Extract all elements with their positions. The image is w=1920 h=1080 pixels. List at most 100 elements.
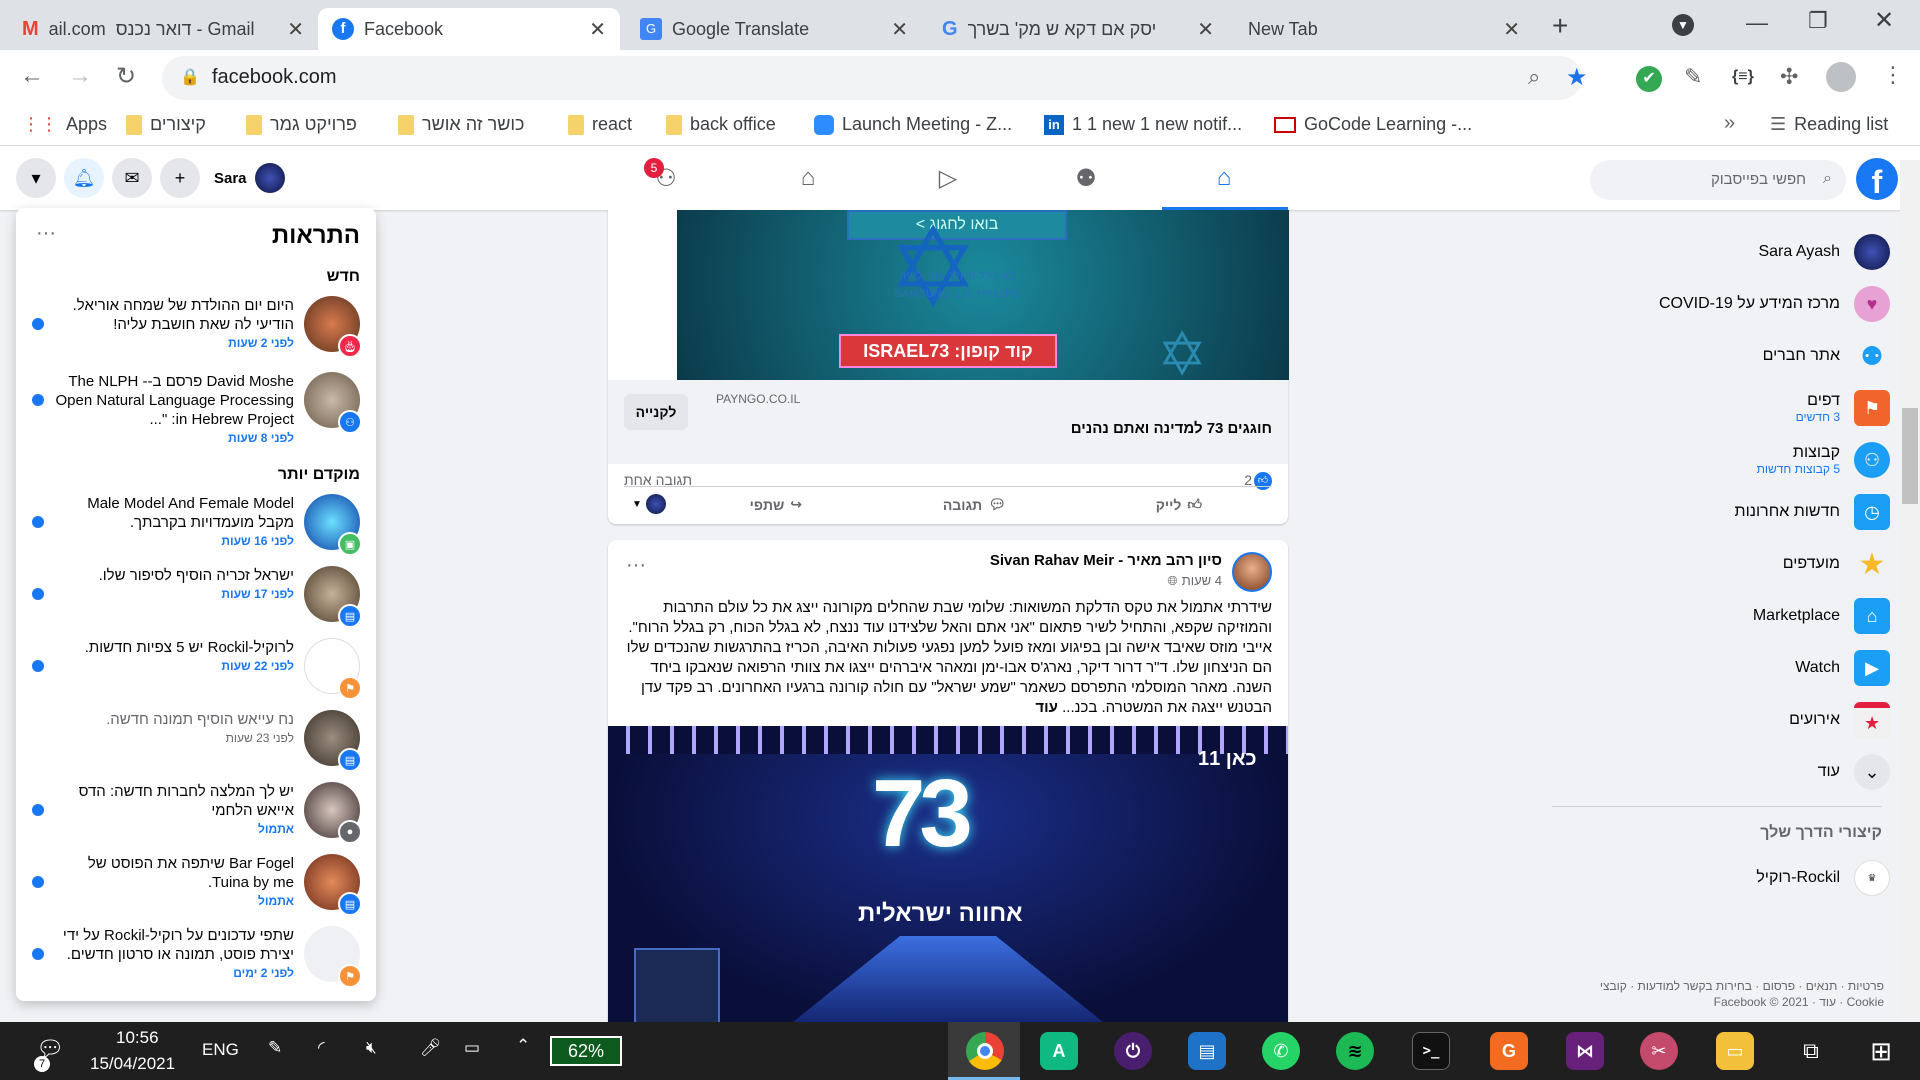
app-a-taskbar-icon[interactable]: A bbox=[1040, 1032, 1078, 1070]
share-button[interactable]: שתפי ↪ bbox=[750, 496, 802, 513]
extensions-puzzle-icon[interactable]: ✣ bbox=[1780, 64, 1798, 90]
nav-marketplace[interactable]: ⌂ bbox=[788, 156, 828, 200]
buy-button[interactable]: לקנייה bbox=[624, 394, 688, 430]
account-menu-button[interactable]: ▾ bbox=[16, 158, 56, 198]
tab-google-search[interactable]: G יסק אם דקא ש מק' בשרך ✕ bbox=[928, 8, 1228, 50]
bookmark-folder[interactable]: כושר זה אושר bbox=[398, 114, 524, 135]
notifications-button[interactable]: 🔔︎ bbox=[64, 158, 104, 198]
extension-tool-icon[interactable]: ✎ bbox=[1684, 64, 1702, 90]
forward-icon[interactable]: → bbox=[68, 62, 92, 90]
bookmark-gocode[interactable]: GoCode Learning -... bbox=[1274, 114, 1472, 135]
power-app-taskbar-icon[interactable]: ⏻ bbox=[1114, 1032, 1152, 1070]
nav-friends[interactable]: ⚉ bbox=[1066, 156, 1106, 200]
chrome-taskbar-icon[interactable] bbox=[966, 1032, 1004, 1070]
sidebar-item-more[interactable]: ⌄ עוד bbox=[1818, 754, 1890, 790]
tab-google-translate[interactable]: G Google Translate ✕ bbox=[626, 8, 922, 50]
clock-date[interactable]: 15/04/2021 bbox=[90, 1054, 175, 1074]
profile-avatar-icon[interactable] bbox=[1826, 62, 1856, 92]
post-time[interactable]: 4 שעות bbox=[1182, 573, 1222, 589]
spotify-taskbar-icon[interactable]: ≋ bbox=[1336, 1032, 1374, 1070]
audience-selector[interactable]: ▼ bbox=[632, 494, 666, 514]
see-more-link[interactable]: עוד bbox=[1035, 699, 1058, 716]
close-icon[interactable]: ✕ bbox=[891, 17, 908, 42]
scrollbar-thumb[interactable] bbox=[1902, 408, 1918, 504]
ad-banner-image[interactable]: בואו לחגוג > ✡ לא כולל סלולר וטכנולוגיה … bbox=[677, 210, 1289, 380]
extension-check-icon[interactable]: ✔ bbox=[1636, 66, 1662, 92]
nav-home[interactable]: ⌂ bbox=[1204, 156, 1244, 200]
close-icon[interactable]: ✕ bbox=[287, 17, 304, 42]
visual-studio-taskbar-icon[interactable]: ⋈ bbox=[1566, 1032, 1604, 1070]
sidebar-item-friends[interactable]: ⚉ אתר חברים bbox=[1763, 338, 1890, 374]
microphone-icon[interactable]: 🎤︎ bbox=[420, 1038, 442, 1058]
shortcut-rockil[interactable]: ♛ Rockil-רוקיל bbox=[1756, 860, 1890, 896]
messenger-button[interactable]: ✉ bbox=[112, 158, 152, 198]
comment-button[interactable]: תגובה 💬︎ bbox=[943, 496, 1006, 513]
facebook-logo[interactable]: f bbox=[1856, 158, 1898, 200]
input-language[interactable]: ENG bbox=[202, 1040, 239, 1060]
wifi-icon[interactable]: ◜ bbox=[318, 1038, 325, 1058]
files-app-taskbar-icon[interactable]: ▤ bbox=[1188, 1032, 1226, 1070]
minimize-icon[interactable]: — bbox=[1746, 10, 1768, 36]
close-window-icon[interactable]: ✕ bbox=[1874, 6, 1894, 35]
close-icon[interactable]: ✕ bbox=[1197, 17, 1214, 42]
profile-chip[interactable]: Sara bbox=[214, 158, 285, 198]
pen-icon[interactable]: ✎ bbox=[268, 1038, 282, 1058]
notification-item[interactable]: ▤ Bar Fogel שיתפה את הפוסט של Tuina by m… bbox=[16, 850, 376, 922]
nav-watch[interactable]: ▷ bbox=[928, 156, 968, 200]
post-author[interactable]: סיון רהב מאיר - Sivan Rahav Meir bbox=[990, 552, 1222, 569]
notification-item[interactable]: ▣ Male Model And Female Model מקבל מועמד… bbox=[16, 490, 376, 562]
bookmark-linkedin[interactable]: in 1 1 new 1 new notif... bbox=[1044, 114, 1242, 135]
menu-kebab-icon[interactable]: ⋮ bbox=[1882, 62, 1904, 88]
author-avatar[interactable] bbox=[1232, 552, 1272, 592]
restore-icon[interactable]: ❐ bbox=[1808, 8, 1828, 34]
page-scrollbar[interactable] bbox=[1900, 160, 1920, 1020]
chevron-up-icon[interactable]: ⌃ bbox=[516, 1036, 530, 1056]
whatsapp-taskbar-icon[interactable]: ✆ bbox=[1262, 1032, 1300, 1070]
sidebar-item-events[interactable]: ★ אירועים bbox=[1789, 702, 1890, 738]
facebook-search[interactable]: ⌕ חפשי בפייסבוק bbox=[1590, 160, 1846, 200]
sidebar-item-marketplace[interactable]: ⌂ Marketplace bbox=[1753, 598, 1890, 634]
close-icon[interactable]: ✕ bbox=[1503, 17, 1520, 42]
sidebar-item-groups[interactable]: ⚇ קבוצות 5 קבוצות חדשות bbox=[1757, 442, 1890, 478]
file-explorer-taskbar-icon[interactable]: ▭ bbox=[1716, 1032, 1754, 1070]
like-button[interactable]: לייק 👍︎ bbox=[1156, 496, 1202, 513]
notification-item[interactable]: ⚇ David Moshe פרסם ב-The NLPH - Open Nat… bbox=[16, 368, 376, 445]
tab-new[interactable]: New Tab ✕ bbox=[1234, 8, 1534, 50]
paint-app-taskbar-icon[interactable]: ✂ bbox=[1640, 1032, 1678, 1070]
volume-muted-icon[interactable]: 🔇︎ bbox=[366, 1038, 377, 1058]
notification-item[interactable]: 🎂︎ היום יום ההולדת של שמחה אוריאל. הודיע… bbox=[16, 292, 376, 364]
create-button[interactable]: + bbox=[160, 158, 200, 198]
pdf-app-taskbar-icon[interactable]: G bbox=[1490, 1032, 1528, 1070]
notification-item[interactable]: ▤ ישראל זכריה הוסיף לסיפור שלו. לפני 17 ש… bbox=[16, 562, 376, 634]
notification-item[interactable]: ▤ נח עייאש הוסיף תמונה חדשה. לפני 23 שעות bbox=[16, 706, 376, 778]
reading-list[interactable]: ☰ Reading list bbox=[1770, 114, 1888, 135]
back-icon[interactable]: ← bbox=[20, 62, 44, 90]
reload-icon[interactable]: ↻ bbox=[116, 62, 136, 91]
notification-item[interactable]: ● יש לך המלצה לחברות חדשה: הדס אייאש הלח… bbox=[16, 778, 376, 850]
sidebar-item-covid[interactable]: ♥ מרכז המידע על COVID-19 bbox=[1659, 286, 1890, 322]
sidebar-item-pages[interactable]: ⚑ דפים 3 חדשים bbox=[1796, 390, 1890, 426]
more-bookmarks-icon[interactable]: » bbox=[1724, 112, 1735, 135]
ad-link-preview[interactable]: PAYNGO.CO.IL חוגגים 73 למדינה ואתם נהנים… bbox=[608, 380, 1288, 464]
tab-search-icon[interactable]: ▼ bbox=[1672, 14, 1694, 36]
bookmark-folder[interactable]: פרויקט גמר bbox=[246, 114, 357, 135]
notifications-options-icon[interactable]: ··· bbox=[36, 222, 56, 245]
address-bar[interactable]: 🔒 facebook.com ⌕ ★ bbox=[162, 56, 1588, 100]
new-tab-plus-icon[interactable]: + bbox=[1552, 10, 1568, 42]
notification-item[interactable]: ⚑ לרוקיל-Rockil יש 5 צפיות חדשות. לפני 22… bbox=[16, 634, 376, 706]
bookmark-star-icon[interactable]: ★ bbox=[1566, 63, 1588, 92]
nav-groups[interactable]: ⚇ 5 bbox=[644, 156, 686, 200]
bookmark-zoom[interactable]: Launch Meeting - Z... bbox=[814, 114, 1012, 135]
clock-time[interactable]: 10:56 bbox=[116, 1028, 159, 1048]
tab-facebook[interactable]: f Facebook ✕ bbox=[318, 8, 620, 50]
extension-json-icon[interactable]: {≡} bbox=[1732, 68, 1754, 86]
bookmark-folder[interactable]: קיצורים bbox=[126, 114, 206, 135]
windows-start-icon[interactable]: ⊞ bbox=[1862, 1032, 1900, 1070]
sidebar-item-favorites[interactable]: ★ מועדפים bbox=[1783, 546, 1890, 582]
bookmark-folder[interactable]: back office bbox=[666, 114, 776, 135]
task-view-icon[interactable]: ⧉ bbox=[1792, 1032, 1830, 1070]
terminal-taskbar-icon[interactable]: >_ bbox=[1412, 1032, 1450, 1070]
notification-item[interactable]: ⚑ שתפי עדכונים על רוקיל-Rockil על ידי יצ… bbox=[16, 922, 376, 994]
bookmark-apps[interactable]: ⋮⋮ Apps bbox=[22, 114, 107, 135]
footer-links[interactable]: פרטיות · תנאים · פרסום · בחירות בקשר למו… bbox=[1564, 978, 1884, 1010]
